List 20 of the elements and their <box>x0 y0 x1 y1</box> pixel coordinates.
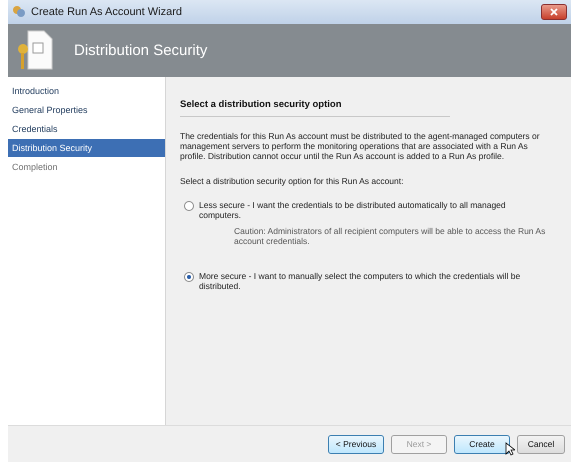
wizard-button[interactable]: Cancel <box>517 434 565 454</box>
wizard-button[interactable]: < Previous <box>328 434 384 454</box>
wizard-icon <box>12 5 26 19</box>
nav-item[interactable]: Credentials <box>8 120 165 138</box>
cursor-icon <box>505 442 515 456</box>
close-button[interactable] <box>541 4 567 20</box>
caution-text: Caution: Administrators of all recipient computers will be able to access the Run As account credentials. <box>234 226 546 246</box>
radio-button[interactable] <box>184 200 194 211</box>
option-label: More secure - I want to manually select the computers to which the credentials will be distributed. <box>199 270 522 291</box>
window-title: Create Run As Account Wizard <box>31 6 184 18</box>
section-heading: Select a distribution security option <box>180 99 450 117</box>
page-title: Distribution Security <box>74 42 208 59</box>
radio-button[interactable] <box>184 272 194 282</box>
close-icon <box>550 8 558 16</box>
nav-item[interactable]: General Properties <box>8 101 165 119</box>
description-text: The credentials for this Run As account must be distributed to the agent-managed computers or management servers to perform the monitoring operations that are associated with a Run As profile. Distribution cannot occur until the Run As account is added to a Run As profile. <box>180 131 541 162</box>
option-label: Less secure - I want the credentials to be distributed automatically to all managed computers. <box>199 200 507 220</box>
prompt-text: Select a distribution security option for this Run As account: <box>180 176 404 186</box>
nav-item[interactable]: Introduction <box>8 82 165 100</box>
nav-item[interactable]: Distribution Security <box>8 139 165 157</box>
